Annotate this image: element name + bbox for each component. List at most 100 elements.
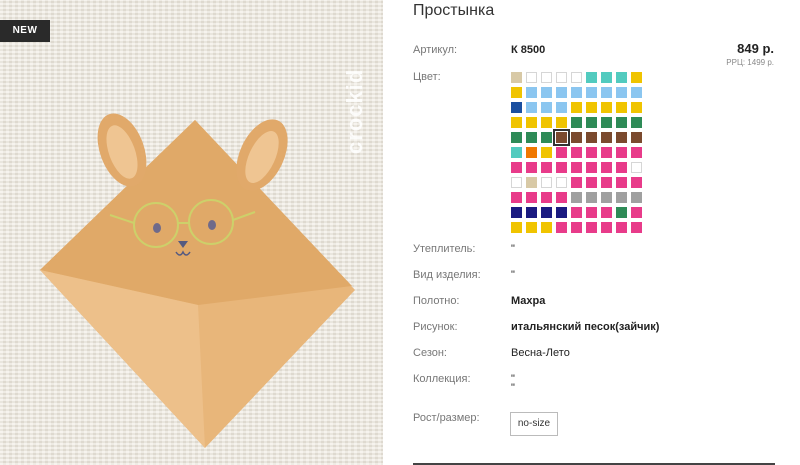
color-swatch[interactable] [541,72,552,83]
color-swatch[interactable] [556,147,567,158]
color-swatch[interactable] [526,222,537,233]
color-swatch[interactable] [586,222,597,233]
color-swatch[interactable] [511,87,522,98]
color-swatch[interactable] [541,117,552,128]
color-swatch[interactable] [631,162,642,173]
color-swatch[interactable] [586,147,597,158]
color-swatch[interactable] [526,192,537,203]
color-swatch[interactable] [631,72,642,83]
color-swatch[interactable] [586,207,597,218]
color-swatch[interactable] [601,177,612,188]
color-swatch[interactable] [601,222,612,233]
color-swatch[interactable] [556,117,567,128]
color-swatch[interactable] [631,147,642,158]
color-swatch[interactable] [526,162,537,173]
color-swatch[interactable] [571,147,582,158]
color-swatch[interactable] [526,177,537,188]
color-swatch[interactable] [616,72,627,83]
color-swatch[interactable] [571,207,582,218]
color-swatch[interactable] [616,207,627,218]
color-swatch[interactable] [526,147,537,158]
color-swatch[interactable] [571,117,582,128]
color-swatch[interactable] [511,147,522,158]
size-option-button[interactable]: no-size [510,412,558,436]
color-swatch[interactable] [616,117,627,128]
color-swatch[interactable] [571,162,582,173]
color-swatch[interactable] [601,72,612,83]
color-swatch[interactable] [556,87,567,98]
color-swatch[interactable] [511,117,522,128]
color-swatch[interactable] [571,102,582,113]
color-swatch[interactable] [616,192,627,203]
color-swatch[interactable] [571,222,582,233]
color-swatch[interactable] [586,102,597,113]
color-swatch[interactable] [601,147,612,158]
color-swatch[interactable] [631,192,642,203]
color-swatch[interactable] [556,222,567,233]
color-swatch[interactable] [556,192,567,203]
color-swatch[interactable] [571,177,582,188]
color-swatch[interactable] [526,207,537,218]
color-swatch[interactable] [631,207,642,218]
color-swatch[interactable] [541,177,552,188]
color-swatch[interactable] [541,102,552,113]
color-swatch[interactable] [511,102,522,113]
color-swatch[interactable] [616,222,627,233]
color-swatch[interactable] [541,87,552,98]
color-swatch[interactable] [586,72,597,83]
color-swatch[interactable] [541,192,552,203]
color-swatch[interactable] [511,162,522,173]
color-swatch[interactable] [601,102,612,113]
color-swatch[interactable] [526,102,537,113]
color-swatch[interactable] [511,207,522,218]
color-swatch[interactable] [556,162,567,173]
color-swatch[interactable] [511,72,522,83]
color-swatch[interactable] [526,87,537,98]
color-swatch[interactable] [571,192,582,203]
color-swatch[interactable] [556,177,567,188]
color-swatch[interactable] [511,132,522,143]
color-swatch[interactable] [601,117,612,128]
color-swatch[interactable] [586,162,597,173]
color-swatch[interactable] [556,207,567,218]
color-swatch[interactable] [526,132,537,143]
color-swatch[interactable] [616,102,627,113]
color-swatch[interactable] [571,132,582,143]
color-swatch[interactable] [616,132,627,143]
color-swatch[interactable] [541,222,552,233]
color-swatch[interactable] [631,177,642,188]
color-swatch[interactable] [556,72,567,83]
color-swatch[interactable] [511,177,522,188]
color-swatch[interactable] [631,222,642,233]
color-swatch[interactable] [586,132,597,143]
color-swatch[interactable] [541,162,552,173]
color-swatch[interactable] [601,132,612,143]
color-swatch[interactable] [616,177,627,188]
color-swatch[interactable] [601,87,612,98]
color-swatch[interactable] [631,132,642,143]
color-swatch[interactable] [511,222,522,233]
color-swatch[interactable] [586,192,597,203]
color-swatch[interactable] [541,147,552,158]
color-swatch[interactable] [616,162,627,173]
color-swatch[interactable] [586,117,597,128]
color-swatch[interactable] [556,102,567,113]
color-swatch[interactable] [601,192,612,203]
color-swatch[interactable] [526,117,537,128]
color-swatch[interactable] [586,177,597,188]
color-swatch[interactable] [631,87,642,98]
color-swatch[interactable] [616,87,627,98]
color-swatch[interactable] [526,72,537,83]
color-swatch[interactable] [511,192,522,203]
color-swatch[interactable] [601,162,612,173]
color-swatch[interactable] [616,147,627,158]
color-swatch[interactable] [553,129,570,146]
color-swatch[interactable] [601,207,612,218]
color-swatch[interactable] [631,117,642,128]
color-swatch[interactable] [571,72,582,83]
color-swatch[interactable] [586,87,597,98]
color-swatch[interactable] [541,207,552,218]
color-swatch[interactable] [631,102,642,113]
color-swatch[interactable] [541,132,552,143]
color-swatch[interactable] [571,87,582,98]
